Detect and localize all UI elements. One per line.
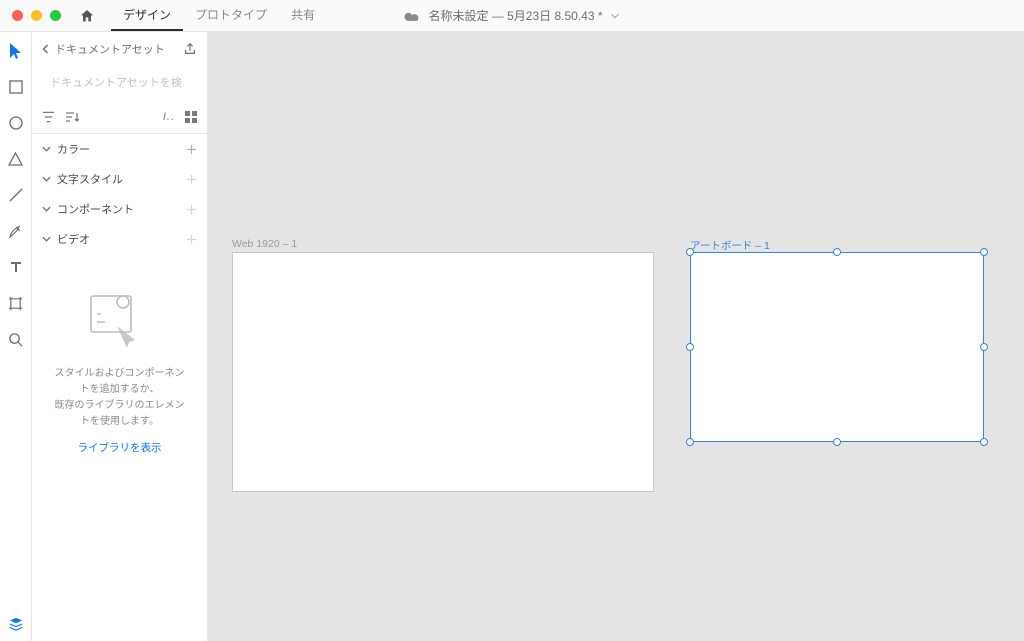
plus-icon: [186, 174, 197, 185]
section-video-label: ビデオ: [57, 231, 90, 247]
select-tool[interactable]: [7, 42, 25, 60]
selection-handle[interactable]: [833, 438, 841, 446]
empty-state-text-1: スタイルおよびコンポーネントを追加するか、: [50, 366, 189, 398]
square-icon: [9, 80, 23, 94]
chevron-down-icon: [42, 206, 51, 212]
selection-handle[interactable]: [833, 248, 841, 256]
asset-empty-state: スタイルおよびコンポーネントを追加するか、 既存のライブラリのエレメントを使用し…: [32, 254, 207, 455]
asset-panel-title: ドキュメントアセット: [55, 41, 165, 57]
asset-panel-back[interactable]: ドキュメントアセット: [42, 41, 165, 57]
selection-handle[interactable]: [686, 248, 694, 256]
artboard-label[interactable]: Web 1920 – 1: [232, 238, 297, 250]
asset-panel: ドキュメントアセット I..: [32, 32, 208, 641]
home-button[interactable]: [79, 8, 95, 24]
ellipse-tool[interactable]: [7, 114, 25, 132]
tab-share[interactable]: 共有: [279, 0, 327, 31]
polygon-tool[interactable]: [7, 150, 25, 168]
sort-icon: [65, 111, 79, 123]
add-video-button[interactable]: [186, 234, 197, 245]
artboard[interactable]: [232, 252, 654, 492]
list-view-button[interactable]: I..: [163, 111, 175, 123]
pen-tool[interactable]: [7, 222, 25, 240]
maximize-window-button[interactable]: [50, 10, 61, 21]
plus-icon: [186, 144, 197, 155]
section-text-styles[interactable]: 文字スタイル: [32, 164, 207, 194]
tool-rail: [0, 32, 32, 641]
text-tool[interactable]: [7, 258, 25, 276]
filter-button[interactable]: [42, 111, 55, 123]
layers-button[interactable]: [7, 615, 25, 633]
pen-icon: [8, 224, 23, 239]
line-tool[interactable]: [7, 186, 25, 204]
show-library-link[interactable]: ライブラリを表示: [50, 440, 189, 455]
layers-icon: [9, 617, 23, 631]
grid-icon: [185, 111, 197, 123]
chevron-left-icon: [42, 44, 49, 54]
artboard[interactable]: [690, 252, 984, 442]
section-components-label: コンポーネント: [57, 201, 134, 217]
selection-handle[interactable]: [686, 438, 694, 446]
pointer-icon: [9, 43, 23, 59]
circle-icon: [9, 116, 23, 130]
add-color-button[interactable]: [186, 144, 197, 155]
section-colors[interactable]: カラー: [32, 134, 207, 164]
section-video[interactable]: ビデオ: [32, 224, 207, 254]
chevron-down-icon: [42, 176, 51, 182]
chevron-down-icon: [42, 236, 51, 242]
selection-handle[interactable]: [686, 343, 694, 351]
triangle-icon: [8, 152, 23, 166]
add-component-button[interactable]: [186, 204, 197, 215]
search-icon: [8, 332, 23, 347]
export-button[interactable]: [183, 42, 197, 56]
empty-state-illustration: [85, 288, 155, 348]
empty-state-text-2: 既存のライブラリのエレメントを使用します。: [50, 398, 189, 430]
home-icon: [79, 8, 95, 24]
artboard-icon: [8, 296, 23, 311]
document-title[interactable]: 名称未設定 — 5月23日 8.50.43 *: [404, 7, 619, 24]
share-icon: [183, 42, 197, 56]
document-title-text: 名称未設定 — 5月23日 8.50.43 *: [428, 7, 602, 24]
chevron-down-icon: [611, 13, 620, 19]
sort-button[interactable]: [65, 111, 79, 123]
zoom-tool[interactable]: [7, 330, 25, 348]
chevron-down-icon: [42, 146, 51, 152]
section-colors-label: カラー: [57, 141, 90, 157]
canvas[interactable]: Web 1920 – 1 アートボード – 1: [208, 32, 1024, 641]
window-controls: [0, 10, 61, 21]
artboard-tool[interactable]: [7, 294, 25, 312]
text-icon: [9, 260, 23, 274]
selection-handle[interactable]: [980, 343, 988, 351]
line-icon: [9, 188, 23, 202]
cloud-icon: [404, 10, 420, 21]
section-text-styles-label: 文字スタイル: [57, 171, 123, 187]
add-text-style-button[interactable]: [186, 174, 197, 185]
titlebar: デザイン プロトタイプ 共有 名称未設定 — 5月23日 8.50.43 *: [0, 0, 1024, 32]
section-components[interactable]: コンポーネント: [32, 194, 207, 224]
close-window-button[interactable]: [12, 10, 23, 21]
filter-icon: [42, 111, 55, 123]
selection-handle[interactable]: [980, 438, 988, 446]
selection-handle[interactable]: [980, 248, 988, 256]
plus-icon: [186, 204, 197, 215]
grid-view-button[interactable]: [185, 111, 197, 123]
minimize-window-button[interactable]: [31, 10, 42, 21]
rectangle-tool[interactable]: [7, 78, 25, 96]
artboard-label[interactable]: アートボード – 1: [690, 238, 770, 253]
asset-search-input[interactable]: [50, 77, 192, 89]
tab-prototype[interactable]: プロトタイプ: [183, 0, 279, 31]
tab-design[interactable]: デザイン: [111, 0, 183, 31]
main-tabs: デザイン プロトタイプ 共有: [111, 0, 327, 31]
plus-icon: [186, 234, 197, 245]
